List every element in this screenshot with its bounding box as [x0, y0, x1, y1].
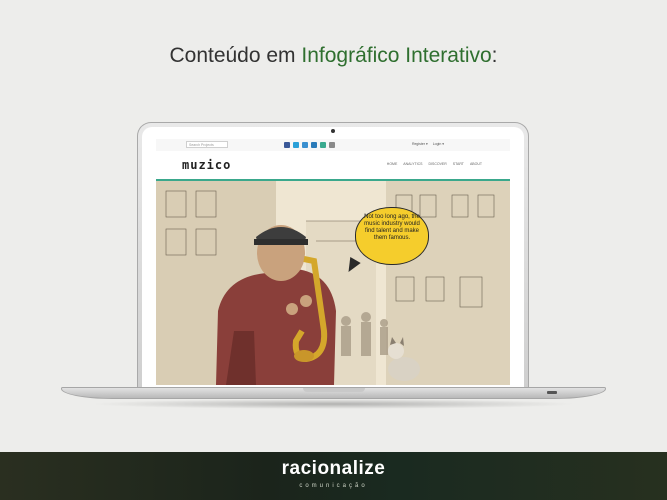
title-suffix: : — [491, 44, 498, 67]
title-highlight: Infográfico Interativo — [301, 44, 492, 67]
nav-item-discover[interactable]: DISCOVER — [429, 162, 447, 166]
slide-title: Conteúdo em Infográfico Interativo: — [0, 44, 667, 68]
usb-port — [547, 391, 557, 394]
hero-illustration: Not too long ago, the music industry wou… — [156, 181, 510, 385]
nav-item-home[interactable]: HOME — [387, 162, 398, 166]
footer-tagline: comunicação — [299, 483, 368, 489]
social-icons — [284, 142, 335, 148]
trackpad-notch — [303, 388, 365, 392]
nav-item-analytics[interactable]: ANALYTICS — [403, 162, 422, 166]
facebook-icon[interactable] — [284, 142, 290, 148]
twitter-bird-icon[interactable] — [302, 142, 308, 148]
login-link[interactable]: Login ▾ — [433, 142, 444, 146]
site-nav: HOME ANALYTICS DISCOVER START ABOUT — [387, 162, 482, 166]
site-header: muzico HOME ANALYTICS DISCOVER START ABO… — [156, 151, 510, 181]
search-input[interactable]: Search Projects — [186, 141, 228, 148]
laptop-shadow — [90, 399, 577, 409]
email-icon[interactable] — [329, 142, 335, 148]
register-link[interactable]: Register ▾ — [412, 142, 428, 146]
street-saxophonist-illustration — [156, 181, 510, 385]
speech-bubble-text: Not too long ago, the music industry wou… — [364, 214, 420, 241]
nav-item-start[interactable]: START — [453, 162, 464, 166]
rss-icon[interactable] — [320, 142, 326, 148]
twitter-icon[interactable] — [293, 142, 299, 148]
nav-item-about[interactable]: ABOUT — [470, 162, 482, 166]
site-logo[interactable]: muzico — [182, 158, 231, 172]
laptop-base — [61, 387, 606, 399]
laptop-screen: Search Projects Register ▾ Login ▾ muzic… — [156, 139, 510, 385]
linkedin-icon[interactable] — [311, 142, 317, 148]
laptop-lid: Search Projects Register ▾ Login ▾ muzic… — [137, 122, 529, 388]
title-prefix: Conteúdo em — [169, 44, 302, 67]
footer-brand: racionalize — [281, 458, 386, 479]
footer-bar: racionalize comunicação — [0, 452, 667, 500]
camera-icon — [331, 129, 335, 133]
account-links: Register ▾ Login ▾ — [408, 141, 444, 148]
